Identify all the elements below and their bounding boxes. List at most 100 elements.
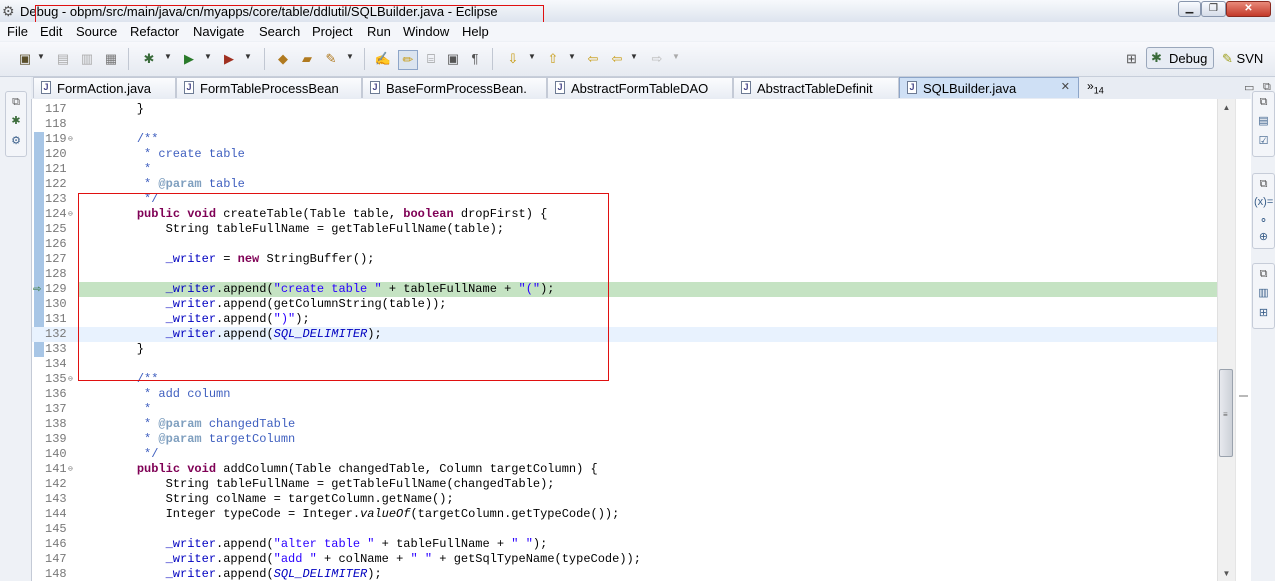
code-line[interactable]: 137 * — [32, 402, 1217, 417]
code-line[interactable]: 130 _writer.append(getColumnString(table… — [32, 297, 1217, 312]
forward-icon[interactable]: ⇨ — [648, 50, 666, 68]
tab-abstracttabledefinit[interactable]: J AbstractTableDefinit — [733, 77, 899, 98]
fold-icon[interactable]: ⊖ — [68, 132, 73, 147]
expressions-view-icon[interactable]: ⊕ — [1254, 230, 1273, 243]
menu-source[interactable]: Source — [76, 24, 117, 39]
prev-annotation-dropdown-icon[interactable]: ▼ — [568, 52, 576, 61]
restore-icon[interactable]: ⧉ — [10, 96, 22, 109]
fold-icon[interactable]: ⊖ — [68, 462, 73, 477]
code-line[interactable]: 141 ⊖ public void addColumn(Table changed… — [32, 462, 1217, 477]
search-icon[interactable]: ✎ — [322, 50, 340, 68]
code-line[interactable]: 139 * @param targetColumn — [32, 432, 1217, 447]
code-line[interactable]: 122 * @param table — [32, 177, 1217, 192]
tab-formtableprocessbean[interactable]: J FormTableProcessBean — [176, 77, 362, 98]
code-line[interactable]: 143 String colName = targetColumn.getNam… — [32, 492, 1217, 507]
menu-search[interactable]: Search — [259, 24, 300, 39]
menu-window[interactable]: Window — [403, 24, 449, 39]
code-line[interactable]: 124 ⊖ public void createTable(Table table… — [32, 207, 1217, 222]
code-line[interactable]: 138 * @param changedTable — [32, 417, 1217, 432]
run-dropdown-icon[interactable]: ▼ — [204, 52, 212, 61]
back-icon[interactable]: ⇦ — [608, 50, 626, 68]
menu-help[interactable]: Help — [462, 24, 489, 39]
code-line[interactable]: 126 — [32, 237, 1217, 252]
code-line[interactable]: 144 Integer typeCode = Integer.valueOf(t… — [32, 507, 1217, 522]
outline-view-icon[interactable]: ▥ — [1254, 286, 1273, 299]
external-tools-icon[interactable]: ▶ — [220, 50, 238, 68]
save-all-icon[interactable]: ▥ — [78, 50, 96, 68]
code-line[interactable]: 134 — [32, 357, 1217, 372]
save-icon[interactable]: ▤ — [54, 50, 72, 68]
code-line[interactable]: 136 * add column — [32, 387, 1217, 402]
code-line[interactable]: 132 _writer.append(SQL_DELIMITER); — [32, 327, 1217, 342]
menu-file[interactable]: File — [7, 24, 28, 39]
servers-view-icon[interactable]: ⚙ — [10, 134, 22, 147]
fold-icon[interactable]: ⊖ — [68, 372, 73, 387]
debug-dropdown-icon[interactable]: ▼ — [164, 52, 172, 61]
hierarchy-view-icon[interactable]: ⊞ — [1254, 306, 1273, 319]
tab-formaction[interactable]: J FormAction.java — [33, 77, 176, 98]
console-view-icon[interactable]: ▤ — [1254, 114, 1273, 127]
back-dropdown-icon[interactable]: ▼ — [630, 52, 638, 61]
code-line[interactable]: 146 _writer.append("alter table " + tabl… — [32, 537, 1217, 552]
restore-icon[interactable]: ⧉ — [1254, 178, 1273, 191]
menu-project[interactable]: Project — [312, 24, 352, 39]
open-type-icon[interactable]: ▰ — [298, 50, 316, 68]
debug-icon[interactable]: ✱ — [140, 50, 158, 68]
close-tab-icon[interactable]: ✕ — [1061, 80, 1070, 93]
restore-icon[interactable]: ⧉ — [1254, 96, 1273, 109]
code-line[interactable]: 133 } — [32, 342, 1217, 357]
forward-dropdown-icon[interactable]: ▼ — [672, 52, 680, 61]
code-line[interactable]: 128 — [32, 267, 1217, 282]
tab-sqlbuilder[interactable]: J SQLBuilder.java ✕ — [899, 77, 1079, 98]
menu-navigate[interactable]: Navigate — [193, 24, 244, 39]
minimize-button[interactable]: ▁ — [1178, 1, 1201, 17]
menu-refactor[interactable]: Refactor — [130, 24, 179, 39]
vertical-scrollbar[interactable]: ▲ ≡ ▼ — [1217, 99, 1235, 581]
menu-run[interactable]: Run — [367, 24, 391, 39]
search-dropdown-icon[interactable]: ▼ — [346, 52, 354, 61]
open-perspective-icon[interactable]: ⊞ — [1126, 51, 1137, 67]
tab-baseformprocessbean[interactable]: J BaseFormProcessBean. — [362, 77, 547, 98]
java-editor[interactable]: 117 } 118 119 ⊖ /** 120 * create table 121 * 1… — [31, 99, 1251, 581]
variables-view-icon[interactable]: (x)= — [1254, 196, 1273, 208]
prev-annotation-icon[interactable]: ⇧ — [544, 50, 562, 68]
code-line[interactable]: 135 ⊖ /** — [32, 372, 1217, 387]
code-line[interactable]: 120 * create table — [32, 147, 1217, 162]
last-edit-icon[interactable]: ⇦ — [584, 50, 602, 68]
next-annotation-icon[interactable]: ⇩ — [504, 50, 522, 68]
new-java-package-icon[interactable]: ◆ — [274, 50, 292, 68]
svn-perspective-button[interactable]: ✎ SVN — [1222, 51, 1263, 67]
tasks-view-icon[interactable]: ☑ — [1254, 134, 1273, 147]
block-selection-icon[interactable]: ⌸ — [422, 50, 440, 68]
code-line[interactable]: 127 _writer = new StringBuffer(); — [32, 252, 1217, 267]
menu-edit[interactable]: Edit — [40, 24, 62, 39]
code-line[interactable]: 125 String tableFullName = getTableFullN… — [32, 222, 1217, 237]
toggle-mark-occurrences-icon[interactable]: ✍ — [374, 50, 392, 68]
next-annotation-dropdown-icon[interactable]: ▼ — [528, 52, 536, 61]
new-icon[interactable]: ▣ — [16, 50, 34, 68]
scrollbar-thumb[interactable]: ≡ — [1219, 369, 1233, 457]
tab-abstractformtabledao[interactable]: J AbstractFormTableDAO — [547, 77, 733, 98]
debug-view-icon[interactable]: ✱ — [10, 114, 22, 127]
toggle-highlight-icon[interactable]: ✏ — [398, 50, 418, 70]
debug-perspective-button[interactable]: ✱ Debug — [1146, 47, 1214, 69]
scroll-down-icon[interactable]: ▼ — [1218, 569, 1235, 578]
external-tools-dropdown-icon[interactable]: ▼ — [244, 52, 252, 61]
run-icon[interactable]: ▶ — [180, 50, 198, 68]
maximize-button[interactable]: ❐ — [1201, 1, 1226, 17]
print-icon[interactable]: ▦ — [102, 50, 120, 68]
minimize-editor-icon[interactable]: ▭ — [1244, 81, 1254, 94]
new-dropdown-icon[interactable]: ▼ — [37, 52, 45, 61]
show-source-icon[interactable]: ▣ — [444, 50, 462, 68]
close-button[interactable]: ✕ — [1226, 1, 1271, 17]
code-line[interactable]: 121 * — [32, 162, 1217, 177]
code-line[interactable]: 147 _writer.append("add " + colName + " … — [32, 552, 1217, 567]
show-whitespace-icon[interactable]: ¶ — [466, 50, 484, 68]
tab-overflow-button[interactable]: »14 — [1087, 79, 1104, 95]
scroll-up-icon[interactable]: ▲ — [1218, 103, 1235, 112]
code-line[interactable]: 119 ⊖ /** — [32, 132, 1217, 147]
code-line[interactable]: 123 */ — [32, 192, 1217, 207]
code-line[interactable]: 131 _writer.append(")"); — [32, 312, 1217, 327]
breakpoints-view-icon[interactable]: ⚬ — [1254, 214, 1273, 227]
code-line[interactable]: 129 _writer.append("create table " + tab… — [45, 282, 1217, 297]
